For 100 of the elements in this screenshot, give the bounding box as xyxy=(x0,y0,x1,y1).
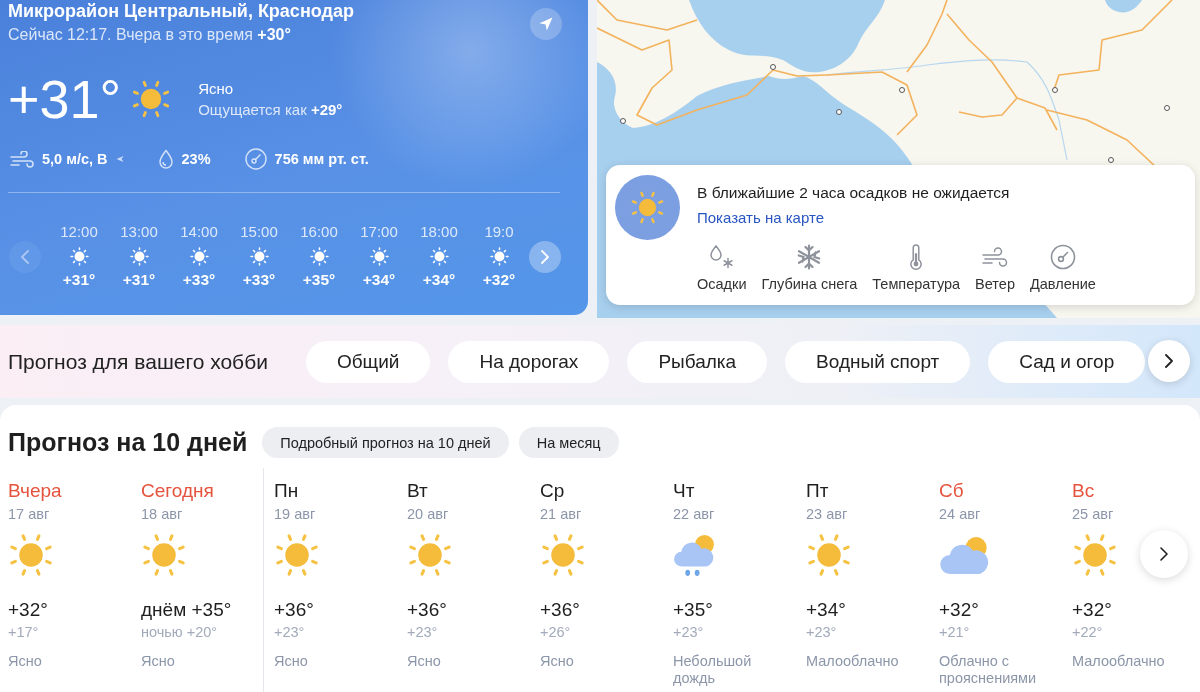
day-date: 21 авг xyxy=(540,505,583,523)
condition-text: Ясно xyxy=(540,653,575,670)
sun-icon xyxy=(1072,532,1118,578)
hobby-tab[interactable]: На дорогах xyxy=(448,340,610,383)
gauge-icon xyxy=(1049,244,1076,270)
show-on-map-link[interactable]: Показать на карте xyxy=(697,208,825,228)
day-temperature: +32° xyxy=(8,599,49,621)
month-forecast-button[interactable]: На месяц xyxy=(518,427,619,458)
day-date: 17 авг xyxy=(8,505,51,523)
hour-time: 14:00 xyxy=(180,223,218,241)
condition-text: Ясно xyxy=(141,653,176,670)
map-layer-button[interactable]: Глубина снега xyxy=(761,244,858,293)
day-temperature: +32° xyxy=(939,599,980,621)
hobby-tab[interactable]: Общий xyxy=(305,340,431,383)
wind-speed-text: 5,0 м/с, В xyxy=(42,150,108,169)
wind-icon xyxy=(10,150,34,168)
current-temperature: +31° xyxy=(8,72,122,126)
forecast-title: Прогноз на 10 дней xyxy=(8,427,248,458)
condition-text: Малооблачно xyxy=(1072,653,1166,670)
day-date: 24 авг xyxy=(939,505,982,523)
day-name: Сб xyxy=(939,480,965,502)
night-temperature: ночью +20° xyxy=(141,623,219,641)
detailed-forecast-button[interactable]: Подробный прогноз на 10 дней xyxy=(262,427,509,458)
night-temperature: +26° xyxy=(540,623,572,641)
hour-temperature: +33° xyxy=(242,270,276,290)
sun-icon xyxy=(69,247,89,266)
hour-temperature: +35° xyxy=(302,270,336,290)
hour-temperature: +31° xyxy=(62,270,96,290)
gauge-icon xyxy=(244,148,267,170)
chevron-right-icon xyxy=(1160,547,1168,561)
day-name: Пн xyxy=(274,480,300,502)
sun-icon xyxy=(129,247,149,266)
sun-icon xyxy=(369,247,389,266)
hobby-tab[interactable]: Водный спорт xyxy=(785,340,971,383)
condition-text: Ясно xyxy=(407,653,442,670)
night-temperature: +23° xyxy=(673,623,705,641)
map-layer-button[interactable]: Осадки xyxy=(697,244,747,293)
condition-text: Ясно xyxy=(274,653,309,670)
condition-text: Ясно xyxy=(8,653,43,670)
day-temperature: +35° xyxy=(673,599,714,621)
sun-icon xyxy=(274,532,320,578)
hour-time: 17:00 xyxy=(360,223,398,241)
direction-arrow-icon xyxy=(115,155,124,163)
day-name: Пт xyxy=(806,480,830,502)
day-name: Ср xyxy=(540,480,566,502)
night-temperature: +22° xyxy=(1072,623,1104,641)
night-temperature: +21° xyxy=(939,623,971,641)
night-temperature: +17° xyxy=(8,623,40,641)
day-temperature: днём +35° xyxy=(141,599,233,621)
condition-text: Малооблачно xyxy=(806,653,900,670)
location-title: Микрорайон Центральный, Краснодар xyxy=(8,0,354,22)
day-temperature: +36° xyxy=(407,599,448,621)
day-temperature: +32° xyxy=(1072,599,1113,621)
hobby-tab[interactable]: Сад и огор xyxy=(988,340,1146,383)
sun-icon xyxy=(429,247,449,266)
pressure-text: 756 мм рт. ст. xyxy=(274,150,369,169)
sun-icon xyxy=(806,532,852,578)
hour-time: 18:00 xyxy=(420,223,458,241)
wind-icon xyxy=(982,244,1009,270)
day-temperature: +36° xyxy=(540,599,581,621)
sun-icon xyxy=(8,532,54,578)
map-layer-button[interactable]: Ветер xyxy=(975,244,1015,293)
day-date: 23 авг xyxy=(806,505,849,523)
sun-icon xyxy=(407,532,453,578)
hour-time: 15:00 xyxy=(240,223,278,241)
chevron-right-icon xyxy=(541,249,549,264)
sun-cloud-rain-icon xyxy=(673,533,715,577)
night-temperature: +23° xyxy=(274,623,306,641)
locate-button[interactable] xyxy=(530,8,562,40)
day-name: Вт xyxy=(407,480,429,502)
sun-icon xyxy=(489,247,509,266)
next-button[interactable] xyxy=(1148,340,1190,382)
hour-time: 12:00 xyxy=(60,223,98,241)
sun-icon xyxy=(540,532,586,578)
hobby-tab[interactable]: Рыбалка xyxy=(627,340,768,383)
hour-temperature: +32° xyxy=(482,270,516,290)
hour-temperature: +33° xyxy=(182,270,216,290)
day-date: 25 авг xyxy=(1072,505,1115,523)
day-temperature: +36° xyxy=(274,599,315,621)
hour-temperature: +34° xyxy=(422,270,456,290)
condition-text: Облачно с прояснениями xyxy=(939,653,1038,687)
current-time-text: Сейчас 12:17. Вчера в это время +30° xyxy=(8,25,292,45)
day-temperature: +34° xyxy=(806,599,847,621)
snowflake-icon xyxy=(796,244,823,270)
night-temperature: +23° xyxy=(407,623,439,641)
hour-time: 16:00 xyxy=(300,223,338,241)
drop-icon xyxy=(157,149,174,169)
sun-icon xyxy=(189,247,209,266)
drop-snowflake-icon xyxy=(708,244,735,270)
hobby-title: Прогноз для вашего хобби xyxy=(8,349,268,374)
map-layer-button[interactable]: Температура xyxy=(872,244,961,293)
thermometer-icon xyxy=(909,244,924,270)
hour-time: 13:00 xyxy=(120,223,158,241)
feels-like-text: Ощущается как +29° xyxy=(198,99,343,120)
map-layer-button[interactable]: Давление xyxy=(1030,244,1096,293)
humidity-text: 23% xyxy=(181,150,211,169)
day-date: 22 авг xyxy=(673,505,716,523)
sun-icon xyxy=(309,247,329,266)
sun-icon xyxy=(249,247,269,266)
sun-icon xyxy=(131,79,172,119)
